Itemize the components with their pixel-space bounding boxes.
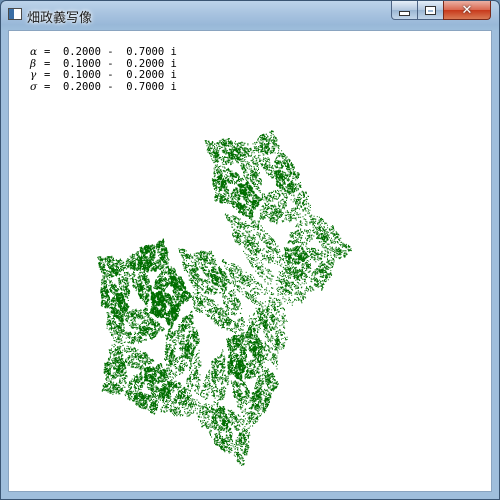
window-title: 畑政義写像 (27, 7, 92, 26)
drawing-area: α = 0.2000 - 0.7000 i β = 0.1000 - 0.2000 … (8, 30, 492, 492)
hata-fractal-plot (9, 31, 491, 491)
minimize-button[interactable] (391, 1, 418, 20)
title-bar[interactable]: 畑政義写像 ✕ (1, 1, 499, 31)
app-window: 畑政義写像 ✕ α = 0.2000 - 0.7000 i β = 0.1000 -… (0, 0, 500, 500)
minimize-icon (399, 11, 410, 16)
close-icon: ✕ (462, 4, 473, 17)
maximize-icon (426, 7, 435, 14)
close-button[interactable]: ✕ (443, 1, 491, 20)
maximize-button[interactable] (417, 1, 444, 20)
fractal-points (97, 130, 352, 466)
app-window-icon[interactable] (8, 8, 22, 20)
fractal-curve (97, 130, 352, 466)
